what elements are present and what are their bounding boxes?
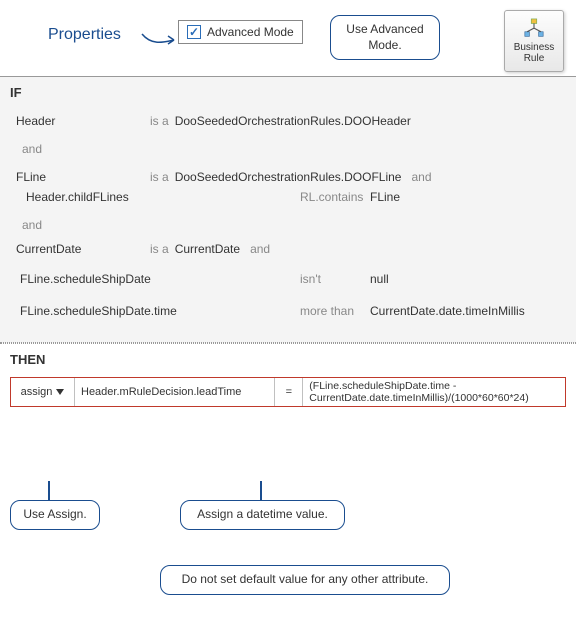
advanced-mode-checkbox[interactable]: ✓ Advanced Mode <box>178 20 303 44</box>
business-rule-label: Business Rule <box>505 42 563 64</box>
business-rule-icon <box>523 18 545 40</box>
cond-op: is a <box>150 114 169 128</box>
cond-op: is a <box>150 170 169 184</box>
assign-target[interactable]: Header.mRuleDecision.leadTime <box>75 378 275 406</box>
condition-row: FLine is a DooSeededOrchestrationRules.D… <box>10 170 566 184</box>
cond-var: CurrentDate <box>10 242 150 256</box>
cond-var: FLine <box>10 170 150 184</box>
business-rule-button[interactable]: Business Rule <box>504 10 564 72</box>
assign-label: assign <box>21 386 53 398</box>
assign-expression[interactable]: (FLine.scheduleShipDate.time - CurrentDa… <box>303 378 565 406</box>
checkmark-icon: ✓ <box>187 25 201 39</box>
connector-line <box>260 481 262 500</box>
cond-val: FLine <box>370 190 400 204</box>
advanced-mode-label: Advanced Mode <box>207 25 294 39</box>
assign-row: assign Header.mRuleDecision.leadTime = (… <box>10 377 566 407</box>
cond-op: is a <box>150 242 169 256</box>
arrow-icon <box>140 30 178 50</box>
condition-row: FLine.scheduleShipDate.time more than Cu… <box>10 304 566 322</box>
condition-row: Header.childFLines RL.contains FLine <box>10 190 566 208</box>
and-inline: and <box>411 170 431 184</box>
connector-line <box>48 481 50 500</box>
cond-var: Header.childFLines <box>20 190 160 204</box>
if-title: IF <box>10 85 566 100</box>
and-separator: and <box>10 142 566 156</box>
callout-advanced-mode: Use Advanced Mode. <box>330 15 440 60</box>
cond-val: CurrentDate.date.timeInMillis <box>370 304 525 318</box>
and-separator: and <box>10 218 566 232</box>
condition-row: Header is a DooSeededOrchestrationRules.… <box>10 114 566 128</box>
cond-val: DooSeededOrchestrationRules.DOOHeader <box>175 114 411 128</box>
cond-var: FLine.scheduleShipDate.time <box>20 304 177 318</box>
then-panel: THEN assign Header.mRuleDecision.leadTim… <box>0 343 576 411</box>
if-panel: IF Header is a DooSeededOrchestrationRul… <box>0 76 576 343</box>
assign-action-dropdown[interactable]: assign <box>11 378 75 406</box>
chevron-down-icon <box>56 389 64 395</box>
assign-equals: = <box>275 378 303 406</box>
callout-use-assign: Use Assign. <box>10 500 100 530</box>
cond-op: isn't <box>300 272 321 286</box>
cond-var: FLine.scheduleShipDate <box>20 272 151 286</box>
callout-assign-datetime: Assign a datetime value. <box>180 500 345 530</box>
and-inline: and <box>250 242 270 256</box>
cond-val: null <box>370 272 389 286</box>
condition-row: FLine.scheduleShipDate isn't null <box>10 272 566 290</box>
properties-title: Properties <box>48 26 121 44</box>
condition-row: CurrentDate is a CurrentDate and <box>10 242 566 256</box>
callout-no-default: Do not set default value for any other a… <box>160 565 450 595</box>
cond-op: more than <box>300 304 354 318</box>
cond-op: RL.contains <box>300 190 363 204</box>
cond-val: DooSeededOrchestrationRules.DOOFLine <box>175 170 402 184</box>
then-title: THEN <box>10 352 566 367</box>
cond-val: CurrentDate <box>175 242 240 256</box>
cond-var: Header <box>10 114 150 128</box>
header-area: Properties ✓ Advanced Mode Use Advanced … <box>0 0 576 76</box>
